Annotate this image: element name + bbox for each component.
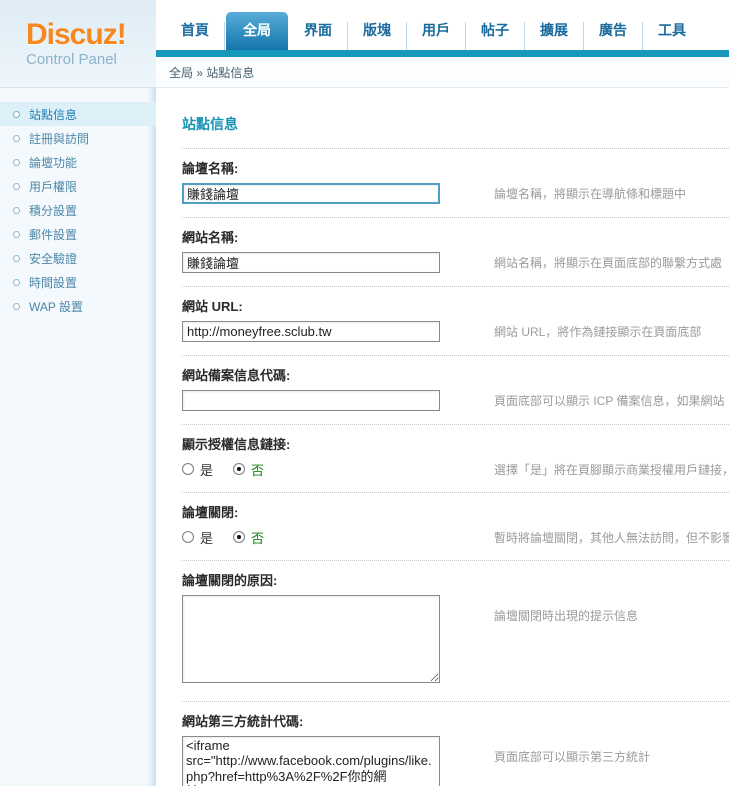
sidebar-item-label: 註冊與訪問 [29,130,89,147]
radio-option-label: 是 [200,528,213,547]
sidebar-item-時間設置[interactable]: 時間設置 [0,270,156,294]
bullet-icon [13,303,20,310]
close-reason-textarea[interactable] [182,595,440,683]
field-label: 論壇關閉: [182,502,729,521]
sidebar-menu: 站點信息註冊與訪問論壇功能用戶權限積分設置郵件設置安全驗證時間設置 WAP 設置 [0,88,156,318]
bullet-icon [13,159,20,166]
sidebar-item-論壇功能[interactable]: 論壇功能 [0,150,156,174]
main-content: 站點信息 論壇名稱: 論壇名稱，將顯示在導航條和標題中網站名稱: 網站名稱，將顯示在… [156,88,729,786]
logo-subtitle: Control Panel [26,51,156,68]
nav-tab-擴展[interactable]: 擴展 [525,22,584,50]
form-row-show-license-link: 顯示授權信息鏈接:是否選擇「是」將在頁腳顯示商業授權用戶鏈接， [182,425,729,493]
field-control: 是否 [182,527,440,547]
bullet-icon [13,279,20,286]
field-control [182,736,440,786]
radio-icon[interactable] [233,463,245,475]
field-description: 網站 URL，將作為鏈接顯示在頁面底部 [440,323,729,340]
forum-closed-radio-是[interactable]: 是 [182,528,213,547]
field-description: 論壇名稱，將顯示在導航條和標題中 [440,185,729,202]
radio-option-label: 是 [200,460,213,479]
bullet-icon [13,111,20,118]
field-label: 網站 URL: [182,296,729,315]
radio-icon[interactable] [233,531,245,543]
show-license-link-radio-是[interactable]: 是 [182,460,213,479]
field-control [182,595,440,688]
top-nav-tabs: 首頁全局界面版塊用戶帖子擴展廣告工具 [156,0,729,50]
field-label: 網站備案信息代碼: [182,365,729,384]
right-panel: 首頁全局界面版塊用戶帖子擴展廣告工具 全局 » 站點信息 站點信息 論壇名稱:論… [156,0,729,786]
sidebar-item-label: 論壇功能 [29,154,77,171]
field-description: 論壇關閉時出現的提示信息 [440,595,729,624]
form-row-forum-name: 論壇名稱: 論壇名稱，將顯示在導航條和標題中 [182,149,729,218]
nav-tab-版塊[interactable]: 版塊 [348,22,407,50]
field-description: 頁面底部可以顯示 ICP 備案信息，如果網站 [440,392,729,409]
field-description: 網站名稱，將顯示在頁面底部的聯繫方式處 [440,254,729,271]
field-label: 論壇關閉的原因: [182,570,729,589]
form-row-site-url: 網站 URL: 網站 URL，將作為鏈接顯示在頁面底部 [182,287,729,356]
sidebar-item-WAP 設置[interactable]: WAP 設置 [0,294,156,318]
field-label: 顯示授權信息鏈接: [182,434,729,453]
page-title: 站點信息 [182,114,729,134]
logo-panel: Discuz! Control Panel [0,0,156,88]
bullet-icon [13,207,20,214]
sidebar-item-積分設置[interactable]: 積分設置 [0,198,156,222]
radio-option-label: 否 [251,460,264,479]
sidebar-item-label: 安全驗證 [29,250,77,267]
settings-form: 論壇名稱: 論壇名稱，將顯示在導航條和標題中網站名稱: 網站名稱，將顯示在頁面底部的… [182,149,729,786]
nav-tab-工具[interactable]: 工具 [643,22,701,50]
accent-bar [156,50,729,57]
bullet-icon [13,183,20,190]
icp-code-input[interactable] [182,390,440,411]
field-description: 頁面底部可以顯示第三方統計 [440,736,729,765]
show-license-link-radio-否[interactable]: 否 [233,460,264,479]
sidebar-item-label: 郵件設置 [29,226,77,243]
sidebar-item-安全驗證[interactable]: 安全驗證 [0,246,156,270]
sidebar-item-註冊與訪問[interactable]: 註冊與訪問 [0,126,156,150]
form-row-third-party-stats: 網站第三方統計代碼: 頁面底部可以顯示第三方統計 [182,702,729,786]
sidebar-item-label: 用戶權限 [29,178,77,195]
bullet-icon [13,255,20,262]
field-control [182,252,440,273]
field-description: 暫時將論壇關閉，其他人無法訪問，但不影響 [440,529,729,546]
sidebar-item-站點信息[interactable]: 站點信息 [0,102,156,126]
field-control: 是否 [182,459,440,479]
sidebar-item-label: WAP 設置 [29,298,83,315]
form-row-close-reason: 論壇關閉的原因: 論壇關閉時出現的提示信息 [182,561,729,702]
field-control [182,183,440,204]
radio-option-label: 否 [251,528,264,547]
sidebar-item-label: 積分設置 [29,202,77,219]
window: Discuz! Control Panel 站點信息註冊與訪問論壇功能用戶權限積… [0,0,729,786]
forum-closed-radio-否[interactable]: 否 [233,528,264,547]
radio-icon[interactable] [182,531,194,543]
nav-tab-全局[interactable]: 全局 [226,12,288,50]
bullet-icon [13,135,20,142]
sidebar-item-label: 時間設置 [29,274,77,291]
nav-tab-帖子[interactable]: 帖子 [466,22,525,50]
nav-tab-界面[interactable]: 界面 [289,22,348,50]
nav-tab-廣告[interactable]: 廣告 [584,22,643,50]
field-label: 論壇名稱: [182,158,729,177]
third-party-stats-textarea[interactable] [182,736,440,786]
form-row-icp-code: 網站備案信息代碼: 頁面底部可以顯示 ICP 備案信息，如果網站 [182,356,729,425]
form-row-forum-closed: 論壇關閉:是否暫時將論壇關閉，其他人無法訪問，但不影響 [182,493,729,561]
site-url-input[interactable] [182,321,440,342]
nav-tab-用戶[interactable]: 用戶 [407,22,466,50]
bullet-icon [13,231,20,238]
radio-icon[interactable] [182,463,194,475]
forum-name-input[interactable] [182,183,440,204]
field-label: 網站名稱: [182,227,729,246]
field-description: 選擇「是」將在頁腳顯示商業授權用戶鏈接， [440,461,729,478]
sidebar-item-用戶權限[interactable]: 用戶權限 [0,174,156,198]
left-panel: Discuz! Control Panel 站點信息註冊與訪問論壇功能用戶權限積… [0,0,156,786]
sidebar-item-郵件設置[interactable]: 郵件設置 [0,222,156,246]
nav-tab-首頁[interactable]: 首頁 [166,22,225,50]
breadcrumb: 全局 » 站點信息 [156,57,729,88]
form-row-site-name: 網站名稱: 網站名稱，將顯示在頁面底部的聯繫方式處 [182,218,729,287]
discuz-logo: Discuz! [26,20,156,50]
site-name-input[interactable] [182,252,440,273]
sidebar-item-label: 站點信息 [29,106,77,123]
field-label: 網站第三方統計代碼: [182,711,729,730]
field-control [182,321,440,342]
field-control [182,390,440,411]
